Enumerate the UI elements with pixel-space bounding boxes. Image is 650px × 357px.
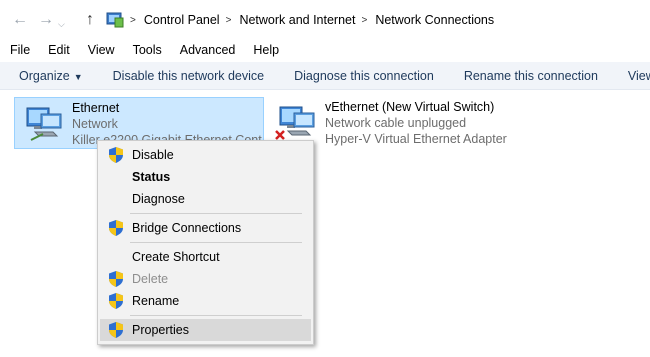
organize-button[interactable]: Organize ▼ <box>0 69 98 83</box>
organize-label: Organize <box>19 68 70 83</box>
context-menu: Disable Status Diagnose Bridge Connectio… <box>97 140 314 345</box>
rename-connection-button[interactable]: Rename this connection <box>449 69 613 83</box>
menu-view[interactable]: View <box>77 43 122 57</box>
menu-advanced[interactable]: Advanced <box>169 43 243 57</box>
shield-icon <box>109 293 123 309</box>
context-menu-status[interactable]: Status <box>100 166 311 188</box>
network-adapter-disconnected-icon <box>275 106 315 140</box>
connection-status: Network <box>72 117 118 131</box>
menu-separator <box>130 242 302 243</box>
breadcrumb-separator: > <box>361 14 368 26</box>
connection-name: vEthernet (New Virtual Switch) <box>325 100 495 114</box>
context-menu-label: Create Shortcut <box>132 250 220 264</box>
context-menu-properties[interactable]: Properties <box>100 319 311 341</box>
network-adapter-icon <box>26 107 62 141</box>
dropdown-caret-icon: ▼ <box>73 71 83 82</box>
breadcrumb-separator: > <box>225 14 232 26</box>
context-menu-label: Disable <box>132 148 174 162</box>
context-menu-create-shortcut[interactable]: Create Shortcut <box>100 246 311 268</box>
recent-locations-chevron-icon[interactable]: ⌵ <box>58 14 65 34</box>
context-menu-delete: Delete <box>100 268 311 290</box>
context-menu-label: Rename <box>132 294 180 308</box>
address-bar: ← → ⌵ ↑ > Control Panel > Network and In… <box>0 0 650 40</box>
shield-icon <box>109 322 123 338</box>
back-arrow-icon[interactable]: ← <box>12 10 28 30</box>
shield-icon <box>109 271 123 287</box>
context-menu-label: Diagnose <box>132 192 185 206</box>
menu-tools[interactable]: Tools <box>122 43 169 57</box>
menu-separator <box>130 213 302 214</box>
menu-edit[interactable]: Edit <box>37 43 77 57</box>
disable-device-button[interactable]: Disable this network device <box>98 69 279 83</box>
menu-separator <box>130 315 302 316</box>
up-arrow-icon[interactable]: ↑ <box>86 10 94 30</box>
context-menu-disable[interactable]: Disable <box>100 144 311 166</box>
control-panel-icon <box>106 12 124 28</box>
context-menu-diagnose[interactable]: Diagnose <box>100 188 311 210</box>
connection-text: vEthernet (New Virtual Switch) Network c… <box>325 99 507 147</box>
menu-help[interactable]: Help <box>242 43 286 57</box>
breadcrumb-network-connections[interactable]: Network Connections <box>375 13 494 27</box>
breadcrumb-control-panel[interactable]: Control Panel <box>144 13 220 27</box>
breadcrumb-separator: > <box>130 14 136 26</box>
breadcrumb-network-and-internet[interactable]: Network and Internet <box>239 13 355 27</box>
menu-file[interactable]: File <box>0 43 37 57</box>
context-menu-label: Status <box>132 170 171 184</box>
menu-bar: File Edit View Tools Advanced Help <box>0 40 650 60</box>
diagnose-connection-button[interactable]: Diagnose this connection <box>279 69 449 83</box>
command-bar: Organize ▼ Disable this network device Di… <box>0 62 650 90</box>
context-menu-rename[interactable]: Rename <box>100 290 311 312</box>
forward-arrow-icon[interactable]: → <box>38 10 54 30</box>
context-menu-label: Delete <box>132 272 169 286</box>
context-menu-label: Properties <box>132 323 189 337</box>
connection-name: Ethernet <box>72 101 120 115</box>
connection-adapter: Hyper-V Virtual Ethernet Adapter <box>325 132 507 146</box>
context-menu-label: Bridge Connections <box>132 221 242 235</box>
shield-icon <box>109 220 123 236</box>
shield-icon <box>109 147 123 163</box>
address-box[interactable]: > Control Panel > Network and Internet >… <box>106 8 642 32</box>
context-menu-bridge-connections[interactable]: Bridge Connections <box>100 217 311 239</box>
view-status-button[interactable]: View sta <box>613 69 650 83</box>
connection-status: Network cable unplugged <box>325 116 467 130</box>
